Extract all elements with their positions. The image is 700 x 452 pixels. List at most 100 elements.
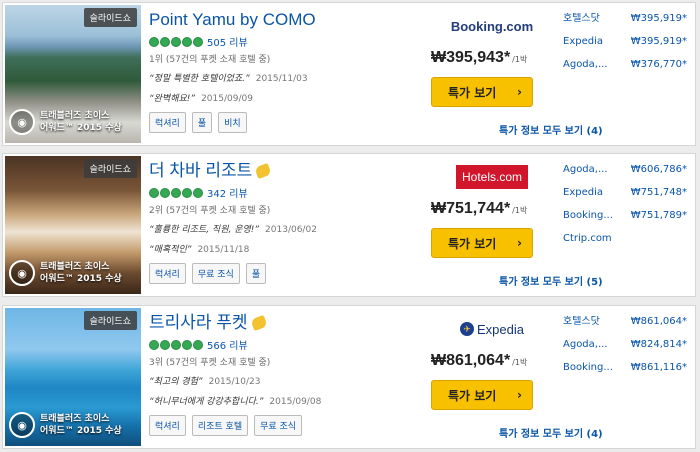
rating-bubble-icon — [149, 36, 159, 47]
hotel-thumbnail[interactable]: 슬라이드쇼 ◉ 트래블러즈 초이스 어워드™ 2015 수상 — [5, 156, 141, 294]
slideshow-button[interactable]: 슬라이드쇼 — [83, 8, 137, 27]
review-date: 2013/06/02 — [265, 225, 317, 235]
amenity-tag[interactable]: 리조트 호텔 — [191, 415, 249, 436]
provider-row[interactable]: 호텔스닷 ₩861,064* — [563, 316, 687, 328]
price: ₩751,744* — [431, 200, 511, 217]
rating-bubble-icon — [160, 187, 170, 198]
provider-name[interactable]: Booking... — [563, 362, 613, 374]
provider-row[interactable]: Agoda,... ₩606,786* — [563, 164, 687, 176]
rating-bubble-icon — [171, 36, 181, 47]
travelers-choice-award: ◉ 트래블러즈 초이스 어워드™ 2015 수상 — [9, 258, 137, 288]
amenity-tag[interactable]: 럭셔리 — [149, 263, 186, 284]
rating-bubbles[interactable] — [149, 339, 203, 350]
rating-bubble-icon — [182, 36, 192, 47]
provider-logo[interactable]: Hotels.com — [431, 160, 553, 194]
price-row: ₩861,064*/1박 — [431, 352, 553, 370]
provider-row[interactable]: Booking... ₩751,789* — [563, 210, 687, 222]
review-snippet: “최고의 경험” 2015/10/23 — [149, 374, 414, 387]
amenity-tag[interactable]: 럭셔리 — [149, 415, 186, 436]
booking-logo: Booking.com — [450, 18, 534, 34]
provider-name[interactable]: 호텔스닷 — [563, 316, 600, 328]
rating-bubbles[interactable] — [149, 187, 203, 198]
award-line-1: 트래블러즈 초이스 — [40, 111, 110, 121]
provider-row[interactable]: Agoda,... ₩376,770* — [563, 59, 687, 71]
review-quote-link[interactable]: “완벽해요!” — [149, 94, 195, 104]
chevron-right-icon: › — [517, 85, 522, 99]
hotel-info: Point Yamu by COMO 505 리뷰 1위 (57건의 푸켓 소재 호… — [149, 9, 414, 104]
provider-name[interactable]: Expedia — [563, 187, 603, 199]
provider-row[interactable]: Expedia ₩395,919* — [563, 36, 687, 48]
ranking-text: 2위 (57건의 푸켓 소재 호텔 중) — [149, 206, 271, 216]
review-quote-link[interactable]: “허니무너에게 강강추합니다.” — [149, 397, 263, 407]
provider-name[interactable]: 호텔스닷 — [563, 13, 600, 25]
amenity-tag[interactable]: 풀 — [191, 112, 213, 133]
slideshow-button[interactable]: 슬라이드쇼 — [83, 159, 137, 178]
provider-name[interactable]: Booking... — [563, 210, 613, 222]
reviews-link[interactable]: 342 리뷰 — [207, 185, 248, 200]
provider-name[interactable]: Ctrip.com — [563, 233, 612, 245]
provider-name[interactable]: Agoda,... — [563, 339, 608, 351]
rating-bubble-icon — [160, 339, 170, 350]
per-night-label: /1박 — [512, 358, 528, 367]
provider-row[interactable]: 호텔스닷 ₩395,919* — [563, 13, 687, 25]
provider-row[interactable]: Agoda,... ₩824,814* — [563, 339, 687, 351]
owl-icon: ◉ — [9, 260, 35, 286]
hotel-name-link[interactable]: 트리사라 푸켓 — [149, 312, 248, 334]
provider-row[interactable]: Expedia ₩751,748* — [563, 187, 687, 199]
amenity-tag[interactable]: 비치 — [218, 112, 247, 133]
hotel-info: 트리사라 푸켓 566 리뷰 3위 (57건의 푸켓 소재 호텔 중) “최고의 경험… — [149, 312, 414, 407]
view-deal-button[interactable]: 특가 보기 › — [431, 77, 533, 107]
provider-logo[interactable]: Booking.com — [431, 9, 553, 43]
ranking-text: 1위 (57건의 푸켓 소재 호텔 중) — [149, 55, 271, 65]
provider-price[interactable]: ₩376,770* — [631, 59, 687, 71]
review-quote-link[interactable]: “훌륭한 리조트, 직원, 운영!” — [149, 225, 259, 235]
review-quote-link[interactable]: “최고의 경험” — [149, 377, 203, 387]
provider-price[interactable]: ₩606,786* — [631, 164, 687, 176]
owl-icon: ◉ — [9, 109, 35, 135]
slideshow-button[interactable]: 슬라이드쇼 — [83, 311, 137, 330]
view-deal-button[interactable]: 특가 보기 › — [431, 380, 533, 410]
amenity-tag[interactable]: 무료 조식 — [254, 415, 303, 436]
rating-row: 566 리뷰 — [149, 337, 414, 352]
expedia-wordmark: Expedia — [477, 321, 524, 337]
review-quote-link[interactable]: “정말 특별한 호텔이었죠.” — [149, 74, 250, 84]
amenity-tag[interactable]: 럭셔리 — [149, 112, 186, 133]
hotel-name-link[interactable]: Point Yamu by COMO — [149, 9, 316, 31]
provider-logo[interactable]: ✈ Expedia — [431, 312, 553, 346]
amenity-tag[interactable]: 무료 조식 — [191, 263, 240, 284]
provider-name[interactable]: Expedia — [563, 36, 603, 48]
price-row: ₩751,744*/1박 — [431, 200, 553, 218]
travelers-choice-award: ◉ 트래블러즈 초이스 어워드™ 2015 수상 — [9, 410, 137, 440]
view-deal-button[interactable]: 특가 보기 › — [431, 228, 533, 258]
view-deal-label: 특가 보기 — [448, 85, 497, 100]
provider-row[interactable]: Ctrip.com — [563, 233, 687, 245]
amenity-tags: 럭셔리 무료 조식 풀 — [149, 263, 267, 284]
reviews-link[interactable]: 505 리뷰 — [207, 34, 248, 49]
amenity-tag[interactable]: 풀 — [245, 263, 267, 284]
provider-price[interactable]: ₩861,064* — [631, 316, 687, 328]
review-quote-link[interactable]: “매혹적인” — [149, 245, 191, 255]
view-all-deals-link[interactable]: 특가 정보 모두 보기 (4) — [499, 425, 603, 440]
hotel-thumbnail[interactable]: 슬라이드쇼 ◉ 트래블러즈 초이스 어워드™ 2015 수상 — [5, 5, 141, 143]
review-snippet: “정말 특별한 호텔이었죠.” 2015/11/03 — [149, 71, 414, 84]
provider-price[interactable]: ₩861,116* — [631, 362, 687, 374]
provider-price[interactable]: ₩751,789* — [631, 210, 687, 222]
hotel-card: 슬라이드쇼 ◉ 트래블러즈 초이스 어워드™ 2015 수상 더 차바 리조트 342 리… — [2, 153, 696, 297]
view-all-deals-link[interactable]: 특가 정보 모두 보기 (4) — [499, 122, 603, 137]
award-line-2: 어워드™ 2015 수상 — [40, 426, 122, 436]
rating-bubbles[interactable] — [149, 36, 203, 47]
hotel-name-link[interactable]: 더 차바 리조트 — [149, 160, 252, 182]
rating-bubble-icon — [149, 187, 159, 198]
provider-row[interactable]: Booking... ₩861,116* — [563, 362, 687, 374]
award-line-1: 트래블러즈 초이스 — [40, 262, 110, 272]
view-all-deals-link[interactable]: 특가 정보 모두 보기 (5) — [499, 273, 603, 288]
award-text: 트래블러즈 초이스 어워드™ 2015 수상 — [40, 261, 122, 285]
hotel-thumbnail[interactable]: 슬라이드쇼 ◉ 트래블러즈 초이스 어워드™ 2015 수상 — [5, 308, 141, 446]
provider-price[interactable]: ₩395,919* — [631, 36, 687, 48]
provider-price[interactable]: ₩824,814* — [631, 339, 687, 351]
reviews-link[interactable]: 566 리뷰 — [207, 337, 248, 352]
provider-name[interactable]: Agoda,... — [563, 164, 608, 176]
provider-price[interactable]: ₩751,748* — [631, 187, 687, 199]
provider-price[interactable]: ₩395,919* — [631, 13, 687, 25]
provider-name[interactable]: Agoda,... — [563, 59, 608, 71]
